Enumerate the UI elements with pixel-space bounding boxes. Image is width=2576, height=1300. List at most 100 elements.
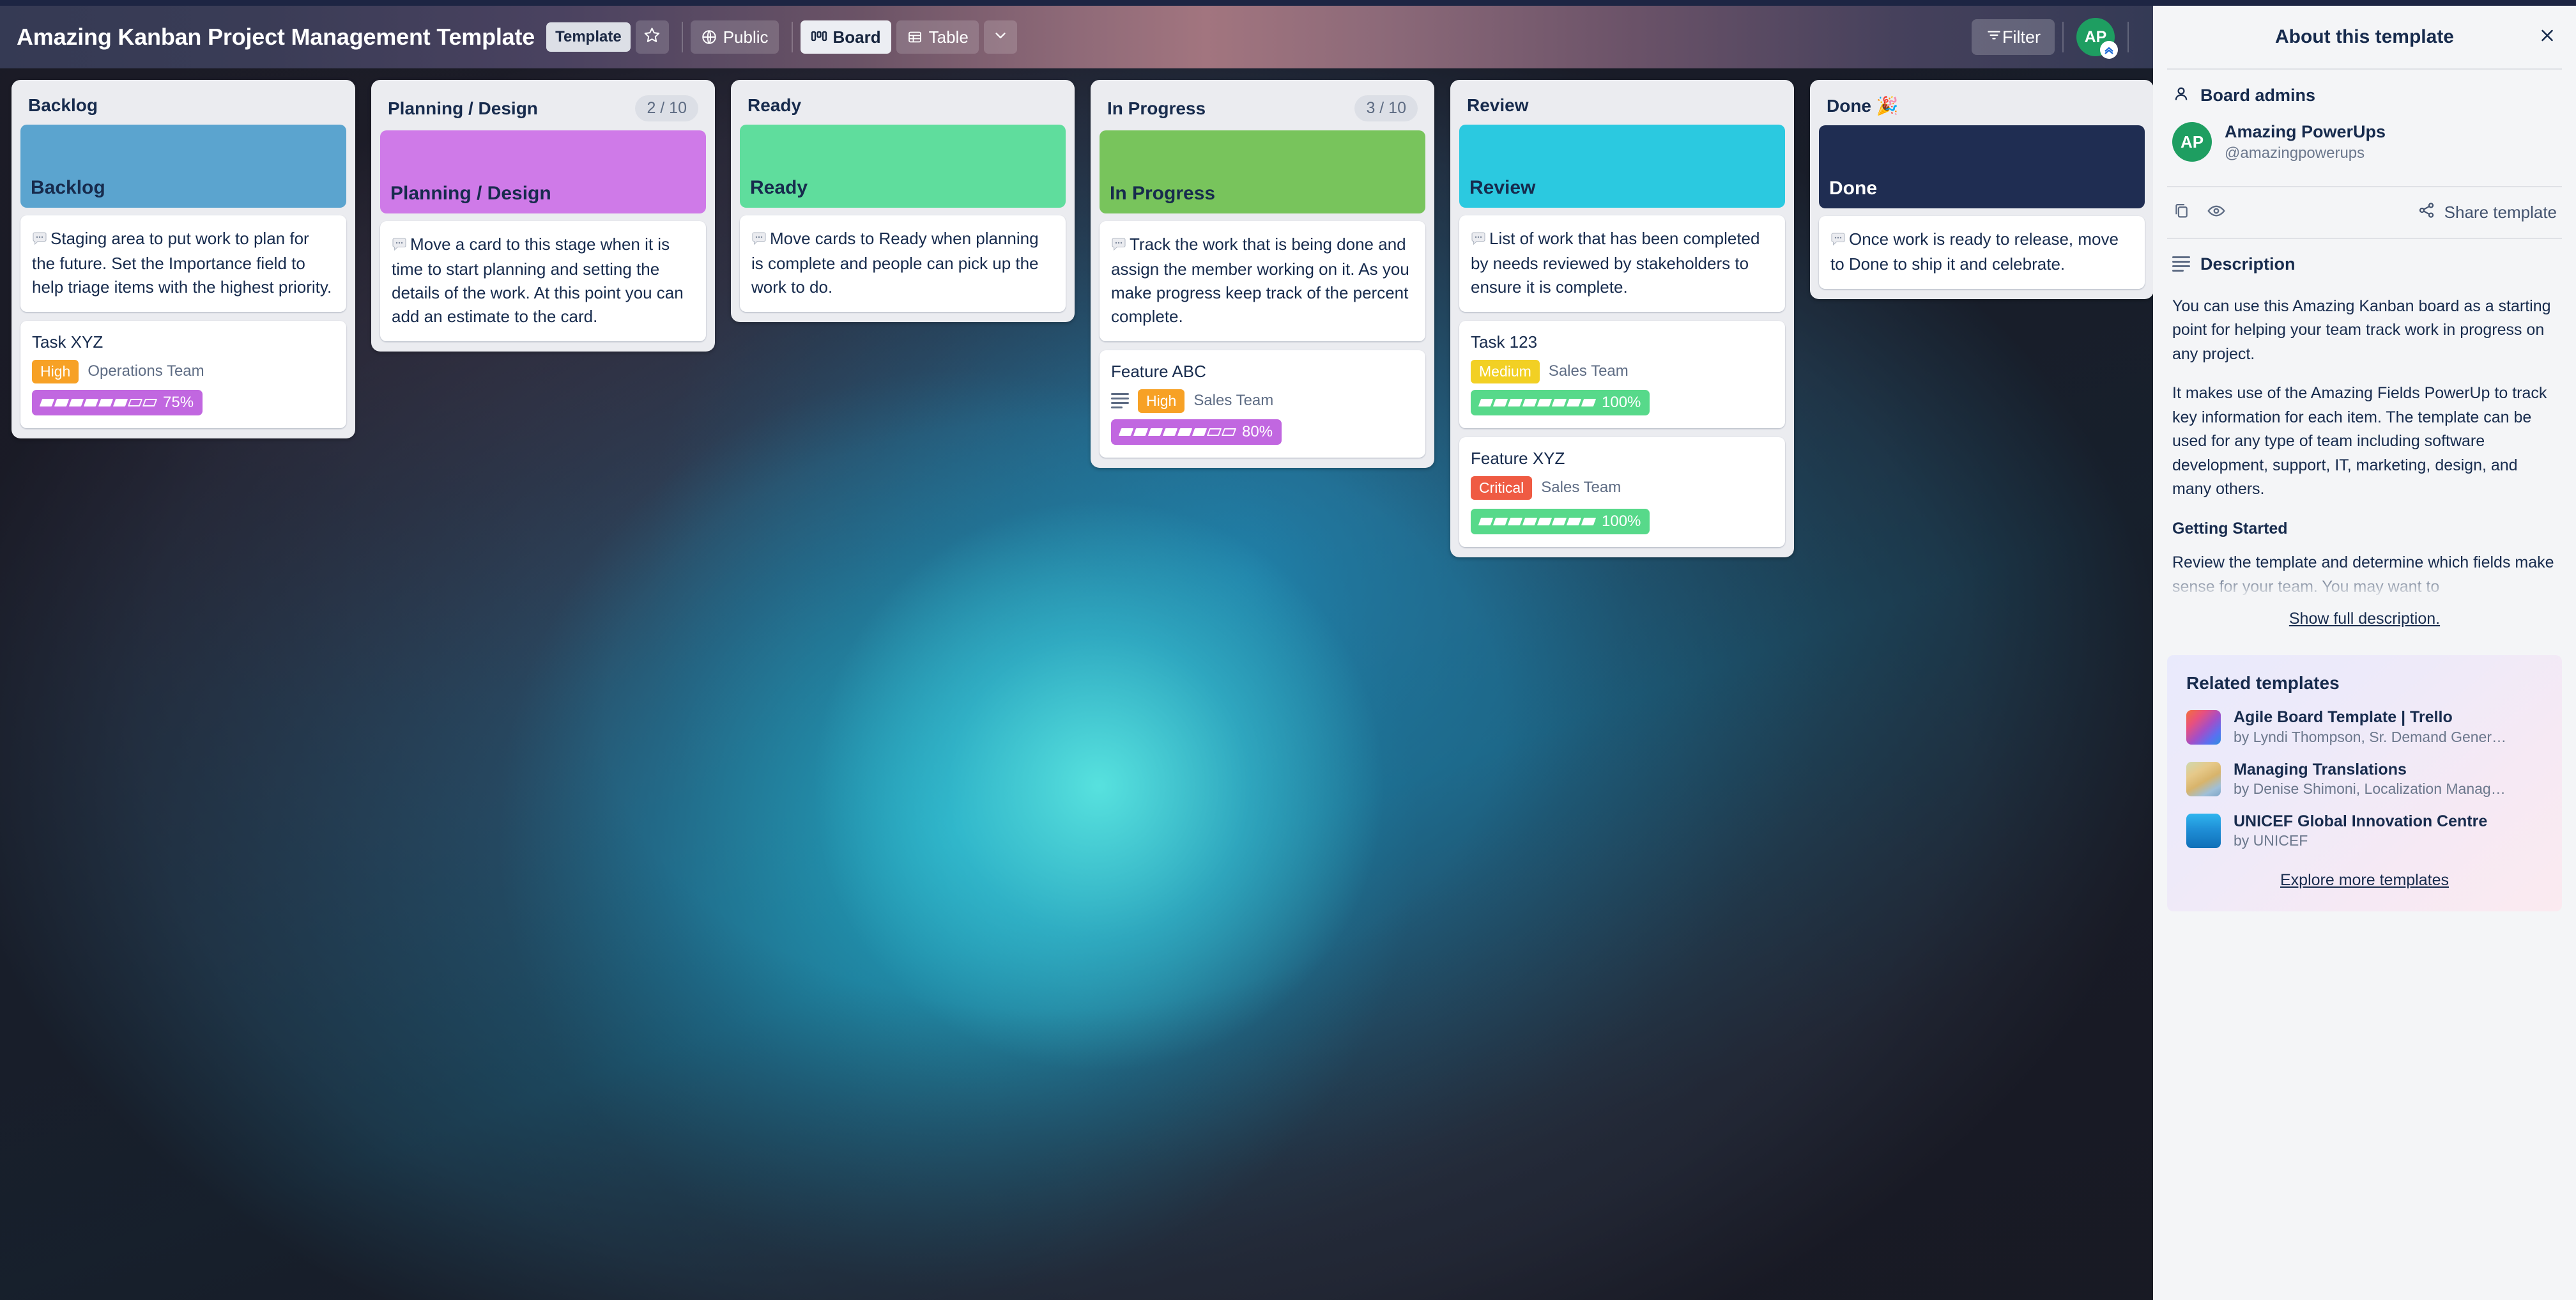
team-label: Sales Team	[1548, 362, 1629, 380]
progress-dash	[127, 398, 143, 406]
progress-dash	[68, 398, 84, 406]
progress-badge: 100%	[1471, 389, 1650, 415]
description-lines-icon	[2172, 256, 2190, 272]
column-description-card[interactable]: Staging area to put work to plan for the…	[20, 215, 346, 312]
board-title: Amazing Kanban Project Management Templa…	[17, 24, 535, 50]
progress-dash	[1162, 428, 1178, 436]
progress-value-label: 100%	[1602, 393, 1641, 411]
related-template-author: by UNICEF	[2234, 832, 2308, 849]
board-header-left-group: Amazing Kanban Project Management Templa…	[17, 20, 1972, 54]
progress-dash	[54, 398, 70, 406]
speech-bubble-icon	[32, 228, 47, 252]
priority-badge: High	[32, 359, 79, 383]
show-full-description-link[interactable]: Show full description.	[2153, 606, 2576, 647]
filter-icon	[1986, 27, 2002, 48]
header-divider-1	[681, 22, 683, 52]
board-column: Review Review List of work that has been c…	[1450, 80, 1794, 557]
column-description-body: Move a card to this stage when it is tim…	[392, 235, 684, 326]
column-banner-label: Ready	[750, 177, 808, 198]
related-template-text: UNICEF Global Innovation Centre by UNICEF	[2234, 812, 2487, 851]
star-button[interactable]	[635, 20, 669, 54]
copy-icon[interactable]	[2172, 202, 2190, 223]
template-badge[interactable]: Template	[546, 22, 631, 52]
eye-icon[interactable]	[2207, 201, 2226, 224]
board-admins-title: Board admins	[2200, 86, 2316, 105]
related-template-item[interactable]: Managing Translations by Denise Shimoni, …	[2186, 760, 2543, 799]
tab-table-label: Table	[928, 27, 969, 47]
speech-bubble-icon	[1471, 228, 1486, 252]
priority-badge: High	[1138, 389, 1185, 413]
progress-dash	[1478, 517, 1494, 525]
progress-dash	[1133, 428, 1149, 436]
column-description-card[interactable]: Move cards to Ready when planning is com…	[740, 215, 1066, 312]
share-template-button[interactable]: Share template	[2418, 201, 2557, 224]
related-template-text: Managing Translations by Denise Shimoni, …	[2234, 760, 2506, 799]
progress-dash	[112, 398, 128, 406]
admin-handle: @amazingpowerups	[2225, 144, 2365, 162]
admin-list-item[interactable]: AP Amazing PowerUps @amazingpowerups	[2172, 118, 2557, 180]
task-card-title: Task XYZ	[32, 332, 103, 352]
related-template-author: by Denise Shimoni, Localization Manag…	[2234, 780, 2506, 797]
column-description-card[interactable]: Once work is ready to release, move to D…	[1819, 216, 2145, 289]
tab-table[interactable]: Table	[896, 20, 979, 54]
task-card-title: Feature ABC	[1111, 361, 1206, 381]
task-card-title: Task 123	[1471, 332, 1538, 352]
app-root: Amazing Kanban Project Management Templa…	[0, 0, 2576, 1300]
board-column: Backlog Backlog Staging area to put work t…	[12, 80, 355, 438]
task-card[interactable]: Feature ABC High Sales Team 80%	[1100, 350, 1425, 458]
globe-icon	[701, 29, 717, 45]
task-card[interactable]: Task XYZ High Operations Team 75%	[20, 320, 346, 428]
filter-button[interactable]: Filter	[1972, 19, 2055, 55]
description-paragraph-3: Review the template and determine which …	[2172, 553, 2554, 596]
board-column: Done 🎉 Done Once work is ready to release,…	[1810, 80, 2154, 299]
progress-dash	[83, 398, 99, 406]
column-description-card[interactable]: List of work that has been completed by …	[1459, 215, 1785, 312]
task-card-meta-row: Critical Sales Team 100%	[1471, 476, 1774, 534]
progress-dash	[1221, 428, 1237, 436]
column-description-body: Once work is ready to release, move to D…	[1830, 229, 2119, 274]
table-icon	[907, 29, 923, 45]
description-body: You can use this Amazing Kanban board as…	[2153, 292, 2576, 607]
related-template-name: Agile Board Template | Trello	[2234, 708, 2453, 727]
column-description-card[interactable]: Track the work that is being done and as…	[1100, 221, 1425, 341]
related-template-item[interactable]: UNICEF Global Innovation Centre by UNICEF	[2186, 812, 2543, 851]
progress-dash	[1147, 428, 1163, 436]
task-card[interactable]: Feature XYZ Critical Sales Team 100%	[1459, 437, 1785, 547]
person-icon	[2172, 85, 2190, 106]
column-title: Ready	[747, 95, 802, 115]
progress-dash	[142, 398, 158, 406]
avatar[interactable]: AP	[2076, 18, 2118, 59]
progress-dash	[1581, 398, 1597, 406]
task-card[interactable]: Task 123 Medium Sales Team 100%	[1459, 320, 1785, 428]
board-header-right-group: Filter AP	[1972, 18, 2136, 59]
admin-avatar: AP	[2172, 122, 2212, 162]
column-header: Planning / Design 2 / 10	[380, 89, 706, 130]
related-templates-list: Agile Board Template | Trello by Lyndi Th…	[2186, 708, 2543, 850]
header-divider-3	[2062, 22, 2064, 52]
progress-dash	[1522, 398, 1538, 406]
column-banner-label: Planning / Design	[390, 183, 551, 204]
column-header: Done 🎉	[1819, 89, 2145, 125]
board-admins-section: Board admins AP Amazing PowerUps @amazin…	[2153, 70, 2576, 186]
description-paragraph-1: You can use this Amazing Kanban board as…	[2172, 297, 2551, 363]
column-description-body: List of work that has been completed by …	[1471, 229, 1760, 297]
tab-board[interactable]: Board	[800, 20, 891, 54]
column-title: Review	[1467, 95, 1529, 115]
column-description-text: Move cards to Ready when planning is com…	[751, 227, 1054, 299]
related-templates-panel: Related templates Agile Board Template |…	[2167, 655, 2562, 911]
related-template-thumbnail	[2186, 710, 2221, 745]
related-template-item[interactable]: Agile Board Template | Trello by Lyndi Th…	[2186, 708, 2543, 747]
column-banner: Done	[1819, 125, 2145, 208]
progress-dash	[1551, 398, 1567, 406]
column-description-card[interactable]: Move a card to this stage when it is tim…	[380, 221, 706, 341]
progress-dash	[1522, 517, 1538, 525]
explore-more-templates-link[interactable]: Explore more templates	[2186, 863, 2543, 890]
column-banner-label: Done	[1829, 178, 1877, 199]
visibility-button[interactable]: Public	[690, 20, 779, 54]
more-views-button[interactable]	[983, 20, 1017, 54]
column-banner-label: Backlog	[31, 177, 105, 198]
column-header: Backlog	[20, 89, 346, 125]
related-template-text: Agile Board Template | Trello by Lyndi Th…	[2234, 708, 2506, 747]
close-icon[interactable]	[2538, 26, 2557, 49]
column-banner: Planning / Design	[380, 130, 706, 213]
